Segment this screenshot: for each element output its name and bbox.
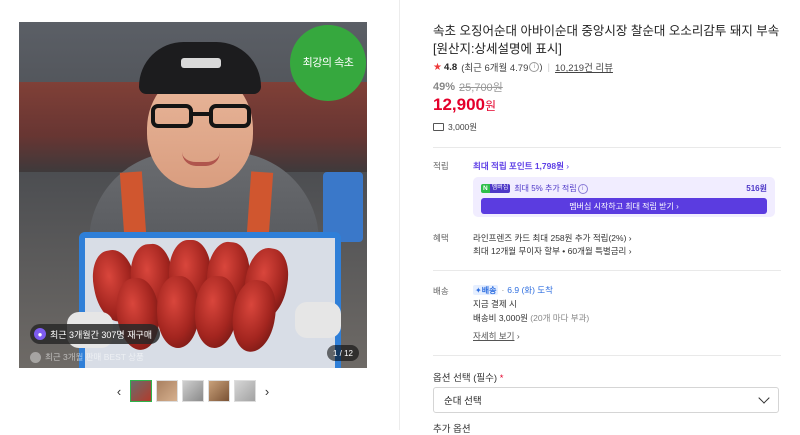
info-icon[interactable]: i bbox=[529, 62, 540, 72]
rating-recent-close: ) bbox=[539, 61, 543, 73]
membership-logo: N 멤버십 bbox=[481, 184, 511, 193]
review-count-link[interactable]: 10,219건 리뷰 bbox=[555, 60, 613, 74]
thumbnail-2[interactable] bbox=[156, 380, 178, 402]
sale-price: 12,900원 bbox=[433, 95, 496, 115]
shipping-fee: 3,000원 bbox=[448, 122, 478, 132]
repurchase-badge: ● 최근 3개월간 307명 재구매 bbox=[30, 324, 161, 344]
discount-row: 49% 25,700원 bbox=[433, 79, 503, 95]
rating-row: ★ 4.8 (최근 6개월 4.79 i ) | 10,219건 리뷰 bbox=[433, 60, 613, 75]
divider bbox=[433, 147, 781, 148]
product-gallery: 최강의 속초 ● 최근 3개월간 307명 재구매 최근 3개월 판매 BEST… bbox=[0, 0, 400, 430]
image-counter: 1 / 12 bbox=[326, 345, 359, 361]
membership-box: N 멤버십 최대 5% 추가 적립 i 516원 멤버십 시작하고 최대 적립 … bbox=[473, 177, 775, 217]
membership-row: N 멤버십 최대 5% 추가 적립 i 516원 bbox=[481, 183, 767, 194]
chevron-left-icon[interactable]: ‹ bbox=[112, 378, 126, 404]
delivery-row: ✦ 배송 · 6.9 (화) 도착 bbox=[473, 284, 553, 296]
membership-text: 최대 5% 추가 적립 bbox=[514, 184, 577, 193]
points-label: 적립 bbox=[433, 161, 449, 171]
sale-price-value: 12,900 bbox=[433, 95, 485, 114]
rating-score: 4.8 bbox=[443, 61, 458, 73]
chevron-down-icon bbox=[758, 392, 770, 404]
card-benefit[interactable]: 라인프렌즈 카드 최대 258원 추가 적립(2%) › bbox=[473, 232, 632, 244]
delivery-date: 6.9 (화) 도착 bbox=[507, 285, 553, 295]
membership-amount: 516원 bbox=[746, 184, 767, 193]
extra-option-label: 추가 옵션 bbox=[433, 424, 471, 435]
delivery-more-link[interactable]: 자세히 보기 › bbox=[473, 330, 520, 342]
info-icon[interactable]: i bbox=[577, 183, 588, 194]
thumbnail-4[interactable] bbox=[208, 380, 230, 402]
delivery-when: 지금 결제 시 bbox=[473, 299, 517, 309]
best-badge: 최근 3개월 판매 BEST 상품 bbox=[30, 348, 144, 366]
membership-start-button[interactable]: 멤버십 시작하고 최대 적립 받기 › bbox=[481, 198, 767, 214]
product-main-image[interactable]: 최강의 속초 ● 최근 3개월간 307명 재구매 최근 3개월 판매 BEST… bbox=[19, 22, 367, 368]
divider bbox=[433, 270, 781, 271]
option-label: 옵션 선택 (필수) * bbox=[433, 373, 504, 384]
thumbnail-3[interactable] bbox=[182, 380, 204, 402]
star-icon: ★ bbox=[433, 61, 442, 73]
column-divider bbox=[399, 0, 400, 430]
installment-benefit[interactable]: 최대 12개월 무이자 할부 • 60개월 특별금리 › bbox=[473, 245, 632, 257]
best-text: 최근 3개월 판매 BEST 상품 bbox=[45, 352, 144, 362]
shipping-fee-row: 3,000원 bbox=[433, 121, 477, 133]
product-title: 속초 오징어순대 아바이순대 중앙시장 찰순대 오소리감투 돼지 부속 [원산지… bbox=[433, 24, 780, 56]
max-point-text: 최대 적립 포인트 1,798원 bbox=[473, 161, 564, 171]
original-price: 25,700원 bbox=[459, 82, 503, 94]
repurchase-text: 최근 3개월간 307명 재구매 bbox=[50, 329, 153, 340]
option-select-value: 순대 선택 bbox=[444, 396, 482, 407]
sale-price-unit: 원 bbox=[485, 99, 497, 113]
image-glove bbox=[295, 302, 341, 338]
rating-separator: | bbox=[547, 61, 551, 73]
image-glasses bbox=[151, 104, 251, 130]
option-select[interactable]: 순대 선택 bbox=[433, 387, 779, 413]
image-squid-sausage bbox=[157, 276, 199, 348]
thumbnail-strip: ‹ › bbox=[112, 378, 274, 404]
benefits-label: 혜택 bbox=[433, 233, 449, 243]
delivery-badge-icon: ✦ bbox=[475, 285, 482, 295]
delivery-dot: · bbox=[501, 285, 505, 295]
best-icon bbox=[30, 351, 41, 363]
repurchase-icon: ● bbox=[34, 328, 46, 340]
divider bbox=[433, 355, 781, 356]
thumbnail-1[interactable] bbox=[130, 380, 152, 402]
delivery-badge: ✦ 배송 bbox=[473, 285, 499, 295]
chevron-right-icon[interactable]: › bbox=[260, 378, 274, 404]
truck-icon bbox=[433, 123, 444, 131]
image-person-hat bbox=[139, 42, 261, 94]
image-hat-logo bbox=[181, 58, 221, 68]
rating-recent: (최근 6개월 4.79 bbox=[461, 63, 529, 74]
discount-rate: 49% bbox=[433, 81, 456, 93]
delivery-label: 배송 bbox=[433, 286, 449, 296]
delivery-fee: 배송비 3,000원 (20개 마다 부과) bbox=[473, 313, 590, 323]
brand-logo: 최강의 속초 bbox=[290, 25, 366, 101]
max-point-link[interactable]: 최대 적립 포인트 1,798원 › bbox=[473, 160, 569, 172]
thumbnail-5[interactable] bbox=[234, 380, 256, 402]
